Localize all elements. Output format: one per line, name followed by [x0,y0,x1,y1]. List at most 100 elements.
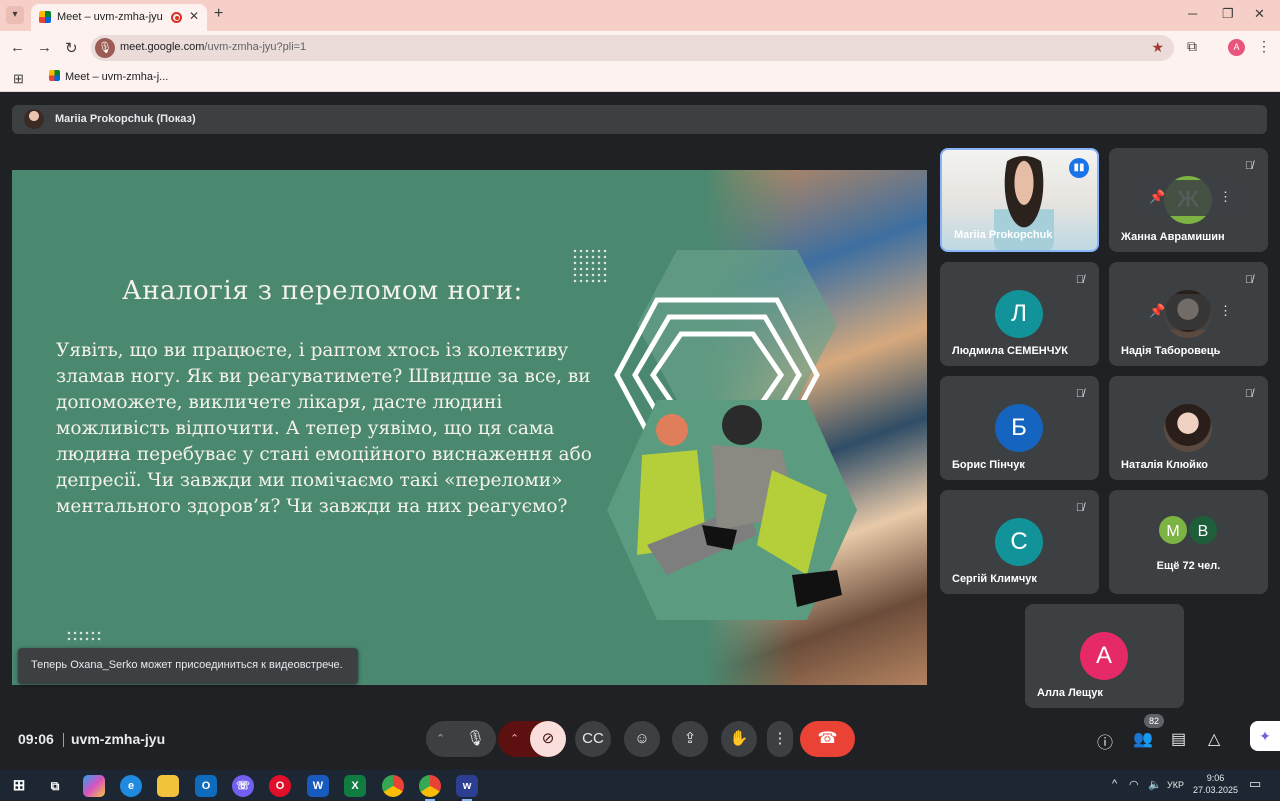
word-icon[interactable]: W [307,775,329,797]
present-icon[interactable]: ⇪ [672,721,708,757]
avatar: Б [995,404,1043,452]
kebab-icon[interactable]: ⋮ [767,721,793,757]
mic-off-icon: 🎙̸ [1244,160,1254,172]
avatar [24,109,44,129]
record-icon [171,12,182,23]
chrome-icon[interactable] [382,775,404,797]
webex-icon[interactable]: w [456,775,478,801]
copilot-icon[interactable] [83,775,105,797]
forward-icon[interactable]: → [37,39,52,56]
avatar: М [1157,514,1189,546]
chevron-up-icon[interactable]: ^ [1112,778,1117,790]
address-bar[interactable]: 🎙 meet.google.com/uvm-zmha-jyu?pli=1 ★ [91,35,1174,61]
participant-name: Жанна Аврамишин [1121,231,1225,243]
more-participants-label: Ещё 72 чел. [1156,560,1221,572]
info-icon[interactable]: ⓘ [1097,729,1113,753]
tab-meet[interactable]: Meet – uvm-zmha-jyu ✕ [31,4,207,31]
participant-name: Алла Лещук [1037,687,1103,699]
windows-taskbar: ⊞ ⧉ e O ☏ O W X w ^ ◠ 🔈 УКР ▭ [0,770,1280,801]
avatar[interactable]: A [1228,39,1245,56]
restore-icon[interactable]: ❐ [1222,6,1234,22]
speaking-icon: ▮▮ [1069,158,1089,178]
hangup-icon[interactable]: ☎ [800,721,855,757]
file-explorer-icon[interactable] [157,775,179,797]
tab-list-icon[interactable]: ▾ [6,6,24,24]
url-text: meet.google.com/uvm-zmha-jyu?pli=1 [120,41,307,53]
participant-name: Сергій Климчук [952,573,1037,585]
kebab-icon[interactable]: ⋮ [1219,303,1232,319]
people-icon[interactable]: 👥 [1133,729,1153,749]
bookmark-meet[interactable]: Meet – uvm-zmha-j... [49,70,168,83]
avatar: В [1187,514,1219,546]
activities-icon[interactable]: △ [1208,729,1220,749]
minimize-icon[interactable]: ─ [1188,6,1197,21]
chrome-profile-icon[interactable] [419,775,441,801]
outlook-icon[interactable]: O [195,775,217,797]
mic-off-icon: 🎙̸ [1244,274,1254,286]
extensions-icon[interactable]: ⧉ [1187,38,1197,55]
kebab-icon[interactable]: ⋮ [1257,38,1271,55]
participant-tile[interactable]: 🎙̸ С Сергій Климчук [940,490,1099,594]
reload-icon[interactable]: ↻ [65,39,78,57]
slide-body: Уявіть, що ви працюєте, і раптом хтось і… [56,340,592,517]
close-icon[interactable]: ✕ [189,9,199,23]
meeting-clock: 09:06 [18,731,54,747]
volume-icon[interactable]: 🔈 [1148,778,1162,791]
window-close-icon[interactable]: ✕ [1254,6,1265,22]
participant-tile[interactable]: 🎙̸ Ж 📌 ⋮ Жанна Аврамишин [1109,148,1268,252]
camera-off-icon[interactable]: ⊘ [530,721,566,757]
presenter-label: Mariia Prokopchuk (Показ) [55,113,196,125]
windows-start-icon[interactable]: ⊞ [8,775,30,797]
presenter-bar: Mariia Prokopchuk (Показ) [12,105,1267,134]
emoji-icon[interactable]: ☺ [624,721,660,757]
chevron-up-icon[interactable]: ⌃ [510,721,519,757]
notifications-icon[interactable]: ▭ [1249,776,1261,792]
mic-icon[interactable]: 🎙 [466,721,485,757]
site-info-icon[interactable]: 🎙 [95,38,115,58]
plus-icon[interactable]: + [214,5,223,23]
kebab-icon[interactable]: ⋮ [1219,189,1232,205]
wifi-icon[interactable]: ◠ [1129,778,1139,791]
participant-tile[interactable]: 🎙̸ Наталія Клюйко [1109,376,1268,480]
edge-icon[interactable]: e [120,775,142,797]
chat-icon[interactable]: ▤ [1171,729,1186,749]
apps-icon[interactable]: ⊞ [13,71,24,87]
more-participants-tile[interactable]: М В Ещё 72 чел. [1109,490,1268,594]
gemini-icon[interactable]: ✦ [1250,721,1280,751]
meet-favicon [49,70,60,81]
language-indicator[interactable]: УКР [1167,780,1184,790]
participant-tile[interactable]: 🎙̸ 📌 ⋮ Надія Таборовець [1109,262,1268,366]
star-icon[interactable]: ★ [1151,39,1164,56]
participant-tile[interactable]: ▮▮ Mariia Prokopchuk [940,148,1099,252]
participant-tile[interactable]: 🎙̸ Л Людмила СЕМЕНЧУК [940,262,1099,366]
audio-controls: ⌃ 🎙 [426,721,496,757]
viber-icon[interactable]: ☏ [232,775,254,797]
task-view-icon[interactable]: ⧉ [44,775,66,797]
participant-name: Людмила СЕМЕНЧУК [952,345,1069,357]
pin-icon[interactable]: 📌 [1149,189,1165,205]
toast-text: Теперь Oxana_Serko может присоединиться … [31,659,343,671]
dot-pattern [66,630,102,642]
meeting-code: uvm-zmha-jyu [71,731,166,747]
participant-tile[interactable]: А Алла Лещук [1025,604,1184,708]
mic-off-icon: 🎙̸ [1075,388,1085,400]
pin-icon[interactable]: 📌 [1149,303,1165,319]
excel-icon[interactable]: X [344,775,366,797]
participant-name: Наталія Клюйко [1121,459,1209,471]
chevron-up-icon[interactable]: ⌃ [436,721,445,757]
captions-icon[interactable]: CC [575,721,611,757]
meet-favicon [39,11,51,23]
browser-toolbar: ← → ↻ 🎙 meet.google.com/uvm-zmha-jyu?pli… [0,31,1280,64]
mic-off-icon: 🎙̸ [1075,502,1085,514]
mic-off-icon: 🎙̸ [1075,274,1085,286]
participant-tile[interactable]: 🎙̸ Б Борис Пінчук [940,376,1099,480]
slide-title: Аналогія з переломом ноги: [122,276,523,306]
tab-strip: ▾ Meet – uvm-zmha-jyu ✕ + ─ ❐ ✕ [0,0,1280,31]
participant-count-badge: 82 [1144,714,1164,728]
tile-actions: 📌 ⋮ [1137,180,1241,216]
back-icon[interactable]: ← [10,39,25,56]
taskbar-clock[interactable]: 9:06 27.03.2025 [1193,772,1238,796]
hand-icon[interactable]: ✋ [721,721,757,757]
bookmarks-bar: ⊞ Meet – uvm-zmha-j... [0,64,1280,92]
opera-icon[interactable]: O [269,775,291,797]
